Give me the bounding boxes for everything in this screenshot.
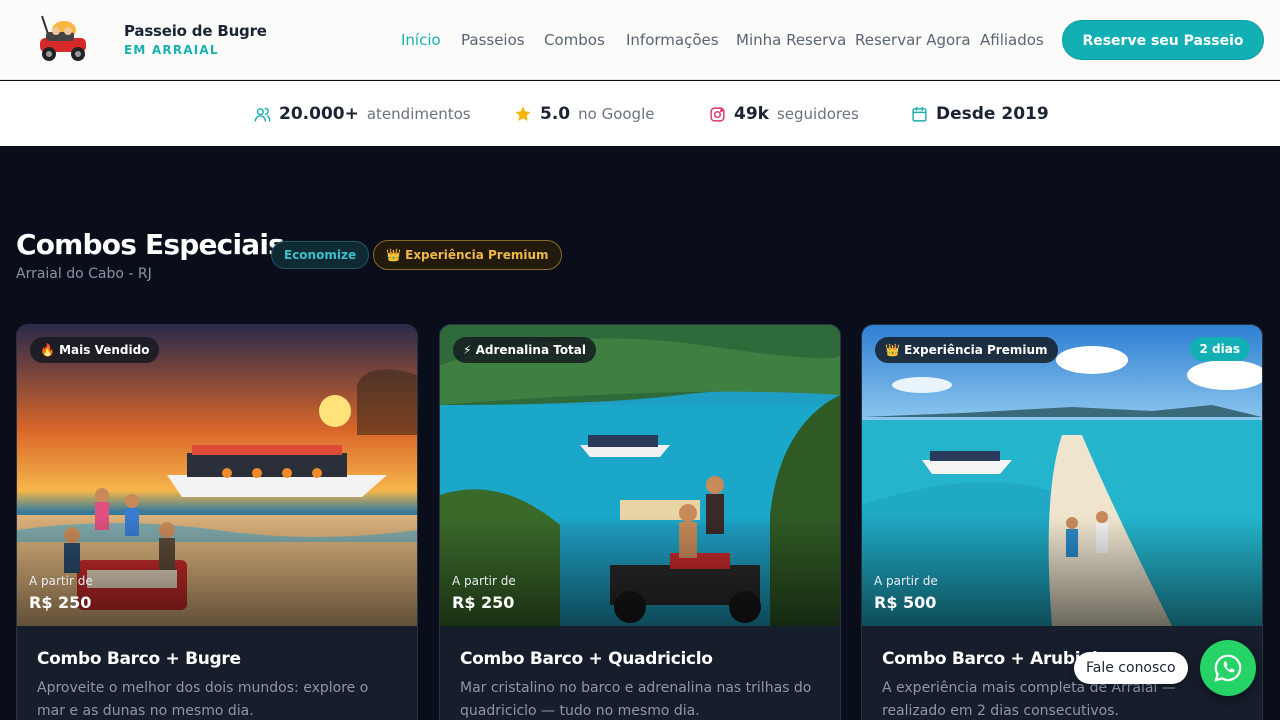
nav-inicio[interactable]: Início — [401, 31, 441, 49]
combo-card-barco-bugre[interactable]: 🔥 Mais Vendido A partir de R$ 250 Combo … — [16, 324, 418, 720]
tag-premium: 👑 Experiência Premium — [373, 240, 562, 270]
star-icon — [515, 106, 531, 121]
site-header: Passeio de Bugre EM ARRAIAL Início Passe… — [0, 0, 1280, 80]
card-badge: 👑 Experiência Premium — [875, 337, 1058, 363]
stat-value: 49k — [734, 104, 769, 124]
stat-google: 5.0 no Google — [514, 103, 654, 125]
stat-desde: Desde 2019 — [911, 103, 1057, 125]
combo-card-barco-quadriciclo[interactable]: ⚡ Adrenalina Total A partir de R$ 250 Co… — [439, 324, 841, 720]
instagram-icon — [710, 106, 725, 122]
stat-label: no Google — [578, 105, 655, 123]
card-image: 🔥 Mais Vendido A partir de R$ 250 — [17, 325, 417, 626]
combos-section: Combos Especiais Arraial do Cabo - RJ Ec… — [0, 146, 1280, 720]
whatsapp-icon — [1214, 654, 1242, 682]
stat-label: atendimentos — [366, 105, 471, 123]
nav-afiliados[interactable]: Afiliados — [980, 31, 1044, 49]
card-image: ⚡ Adrenalina Total A partir de R$ 250 — [440, 325, 840, 626]
price-from-label: A partir de — [29, 574, 93, 588]
card-price: R$ 500 — [874, 593, 937, 612]
card-description: Aproveite o melhor dos dois mundos: expl… — [37, 680, 369, 719]
stat-value: 20.000+ — [279, 104, 359, 124]
nav-informacoes[interactable]: Informações — [626, 31, 719, 49]
card-image: 👑 Experiência Premium 2 dias A partir de… — [862, 325, 1262, 626]
card-badge: ⚡ Adrenalina Total — [453, 337, 597, 363]
card-price: R$ 250 — [452, 593, 515, 612]
fale-conosco-label[interactable]: Fale conosco — [1074, 652, 1188, 684]
stat-value: 5.0 — [540, 104, 571, 124]
nav-passeios[interactable]: Passeios — [461, 31, 525, 49]
stat-instagram: 49k seguidores — [709, 103, 859, 125]
card-price: R$ 250 — [29, 593, 92, 612]
card-title: Combo Barco + Quadriciclo — [460, 649, 713, 669]
section-title: Combos Especiais — [16, 228, 285, 261]
card-description: A experiência mais completa de Arraial —… — [882, 680, 1176, 719]
stat-value: Desde 2019 — [936, 104, 1049, 124]
stat-atendimentos: 20.000+ atendimentos — [254, 103, 471, 125]
calendar-icon — [912, 106, 927, 122]
whatsapp-button[interactable] — [1200, 640, 1256, 696]
nav-reservar-agora[interactable]: Reservar Agora — [855, 31, 971, 49]
nav-minha-reserva[interactable]: Minha Reserva — [736, 31, 846, 49]
card-description: Mar cristalino no barco e adrenalina nas… — [460, 680, 812, 719]
stats-bar: 20.000+ atendimentos 5.0 no Google 49k s… — [0, 81, 1280, 146]
card-title: Combo Barco + Bugre — [37, 649, 241, 669]
stat-label: seguidores — [776, 105, 859, 123]
section-subtitle: Arraial do Cabo - RJ — [16, 266, 152, 282]
price-from-label: A partir de — [452, 574, 516, 588]
nav-combos[interactable]: Combos — [544, 31, 605, 49]
users-icon — [254, 107, 271, 122]
tag-economize: Economize — [271, 241, 370, 269]
price-from-label: A partir de — [874, 574, 938, 588]
days-badge: 2 dias — [1189, 337, 1250, 361]
reserve-button[interactable]: Reserve seu Passeio — [1062, 20, 1264, 60]
card-badge: 🔥 Mais Vendido — [30, 337, 160, 363]
